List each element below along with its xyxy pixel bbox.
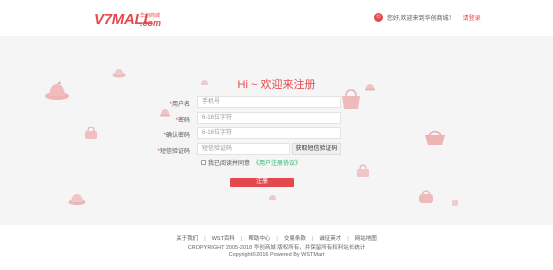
handbag-decoration-icon: [419, 190, 433, 203]
user-agreement-link[interactable]: 《用户注册协议》: [253, 158, 301, 167]
footer-divider: |: [240, 236, 243, 242]
footer-divider: |: [347, 236, 349, 242]
footer: 关于我们 | WST百科 | 帮助中心 | 交易条款 | 诚征英才 | 网站地图 CROPYRIGH…: [0, 225, 553, 270]
bag-decoration-icon: [357, 164, 369, 177]
greeting-text: 您好,欢迎来到华创商城！: [387, 15, 455, 22]
footer-divider: |: [204, 236, 206, 242]
username-input[interactable]: 手机号: [197, 96, 341, 108]
header-greeting: ☺ 您好,欢迎来到华创商城！ 请登录: [374, 11, 481, 23]
login-link[interactable]: 请登录: [463, 13, 481, 22]
footer-link-jobs[interactable]: 诚征英才: [319, 236, 341, 242]
agree-checkbox[interactable]: [201, 160, 206, 165]
cap-decoration-icon: [269, 195, 276, 200]
logo-com-text: .com: [140, 18, 162, 28]
sms-code-label: *短信验证码: [157, 149, 190, 155]
copyright-text: CROPYRIGHT 2005-2018 华创商城 版权所有，并保留所有权利站长…: [187, 245, 366, 251]
confirm-password-label: *确认密码: [163, 133, 190, 139]
password-label: *密码: [175, 118, 190, 124]
footer-divider: |: [311, 236, 314, 242]
username-label: *用户名: [169, 102, 190, 108]
bag-decoration-icon: [85, 127, 97, 139]
register-panel: Hi ~ 欢迎来注册 *用户名 手机号 *密码 6-16位字符 *确认密码 6-…: [0, 36, 553, 225]
password-input[interactable]: 6-16位字符: [197, 112, 341, 124]
hat-decoration-icon: [68, 194, 86, 205]
header: V7MALL 华创商城 .com ☺ 您好,欢迎来到华创商城！ 请登录: [0, 0, 553, 36]
footer-link-about[interactable]: 关于我们: [176, 236, 198, 242]
footer-link-sitemap[interactable]: 网站地图: [355, 236, 377, 242]
footer-link-terms[interactable]: 交易条款: [284, 236, 306, 242]
footer-link-wiki[interactable]: WST百科: [212, 236, 235, 242]
get-sms-code-button[interactable]: 获取短信验证码: [292, 143, 341, 155]
sms-code-input[interactable]: 短信验证码: [197, 143, 290, 155]
user-icon: ☺: [374, 12, 383, 22]
footer-link-help[interactable]: 帮助中心: [248, 236, 270, 242]
basket-decoration-icon: [425, 130, 445, 145]
bag-decoration-icon: [452, 200, 458, 206]
powered-by-text: Copyright©2016 Powered By WSTMart: [228, 252, 325, 258]
agree-text: 我已阅读并同意: [208, 161, 251, 167]
agreement-row: 我已阅读并同意 《用户注册协议》: [201, 158, 301, 167]
footer-divider: |: [276, 236, 278, 242]
site-logo[interactable]: V7MALL 华创商城 .com: [94, 11, 162, 29]
page-title: Hi ~ 欢迎来注册: [237, 79, 316, 91]
footer-links: 关于我们 | WST百科 | 帮助中心 | 交易条款 | 诚征英才 | 网站地图: [0, 234, 553, 242]
confirm-password-input[interactable]: 6-16位字符: [197, 127, 341, 139]
register-button[interactable]: 注册: [230, 178, 294, 187]
